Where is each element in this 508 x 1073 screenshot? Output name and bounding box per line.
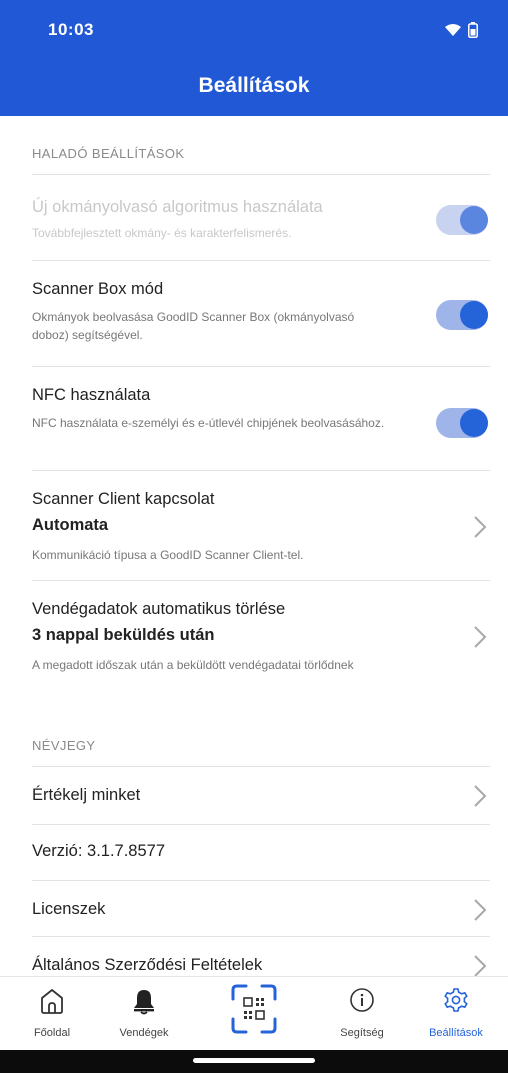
tab-label: Főoldal: [33, 1027, 71, 1039]
setting-title: Scanner Box mód: [32, 280, 164, 298]
about-rate-us[interactable]: Értékelj minket: [0, 766, 508, 824]
chevron-right-icon: [474, 626, 487, 648]
status-bar: 10:03: [0, 0, 508, 54]
setting-nfc: NFC használata NFC használata e-személyi…: [0, 366, 508, 470]
tab-label: Segítség: [340, 1027, 384, 1039]
setting-description: Továbbfejlesztett okmány- és karakterfel…: [32, 226, 292, 240]
toggle-knob: [460, 301, 488, 329]
tab-home[interactable]: Főoldal: [6, 977, 98, 1051]
gear-icon: [444, 988, 468, 1012]
tab-guests[interactable]: Vendégek: [98, 977, 190, 1051]
tab-label: Beállítások: [429, 1027, 483, 1039]
wifi-icon: [445, 24, 461, 36]
settings-content[interactable]: HALADÓ BEÁLLÍTÁSOK Új okmányolvasó algor…: [0, 116, 508, 976]
status-time: 10:03: [48, 20, 94, 39]
nfc-toggle[interactable]: [436, 408, 488, 438]
licenses-label: Licenszek: [32, 900, 106, 918]
about-terms[interactable]: Általános Szerződési Feltételek: [0, 936, 508, 976]
home-indicator[interactable]: [193, 1058, 315, 1063]
tab-scan[interactable]: [208, 977, 300, 1051]
setting-description: A megadott időszak után a beküldött vend…: [32, 658, 354, 672]
scan-icon: [231, 984, 277, 1034]
setting-title: Új okmányolvasó algoritmus használata: [32, 198, 323, 216]
info-icon: [350, 988, 374, 1012]
tab-label: Vendégek: [119, 1027, 169, 1039]
toggle-knob: [460, 206, 488, 234]
about-licenses[interactable]: Licenszek: [0, 880, 508, 936]
terms-label: Általános Szerződési Feltételek: [32, 956, 263, 974]
battery-icon: [468, 22, 478, 38]
chevron-right-icon: [474, 955, 487, 976]
app-header: 10:03 Beállítások: [0, 0, 508, 116]
about-version: Verzió: 3.1.7.8577: [0, 824, 508, 880]
setting-value: Automata: [32, 516, 109, 534]
chevron-right-icon: [474, 899, 487, 921]
setting-scanner-box: Scanner Box mód Okmányok beolvasása Good…: [0, 260, 508, 366]
setting-new-algorithm: Új okmányolvasó algoritmus használata To…: [0, 174, 508, 260]
rate-us-label: Értékelj minket: [32, 786, 141, 804]
chevron-right-icon: [474, 785, 487, 807]
scanner-box-toggle[interactable]: [436, 300, 488, 330]
chevron-right-icon: [474, 516, 487, 538]
version-label: Verzió: 3.1.7.8577: [32, 842, 166, 860]
home-icon: [41, 989, 63, 1014]
setting-description: NFC használata e-személyi és e-útlevél c…: [32, 416, 385, 430]
setting-description: Kommunikáció típusa a GoodID Scanner Cli…: [32, 548, 304, 562]
setting-value: 3 nappal beküldés után: [32, 626, 215, 644]
toggle-knob: [460, 409, 488, 437]
setting-scanner-client[interactable]: Scanner Client kapcsolat Automata Kommun…: [0, 470, 508, 580]
home-indicator-area: [0, 1050, 508, 1073]
bell-icon: [134, 990, 154, 1015]
new-algorithm-toggle: [436, 205, 488, 235]
setting-guest-data-deletion[interactable]: Vendégadatok automatikus törlése 3 nappa…: [0, 580, 508, 690]
section-label-advanced: HALADÓ BEÁLLÍTÁSOK: [32, 146, 185, 161]
tab-settings[interactable]: Beállítások: [410, 977, 502, 1051]
bottom-tab-bar: Főoldal Vendégek Segítség Beállítások: [0, 976, 508, 1050]
setting-description: Okmányok beolvasása GoodID Scanner Box (…: [32, 310, 355, 342]
status-icons: [444, 22, 478, 38]
tab-help[interactable]: Segítség: [316, 977, 408, 1051]
page-title: Beállítások: [198, 74, 310, 97]
setting-title: Scanner Client kapcsolat: [32, 490, 215, 508]
setting-title: Vendégadatok automatikus törlése: [32, 600, 286, 618]
setting-title: NFC használata: [32, 386, 151, 404]
section-label-about: NÉVJEGY: [32, 738, 96, 753]
